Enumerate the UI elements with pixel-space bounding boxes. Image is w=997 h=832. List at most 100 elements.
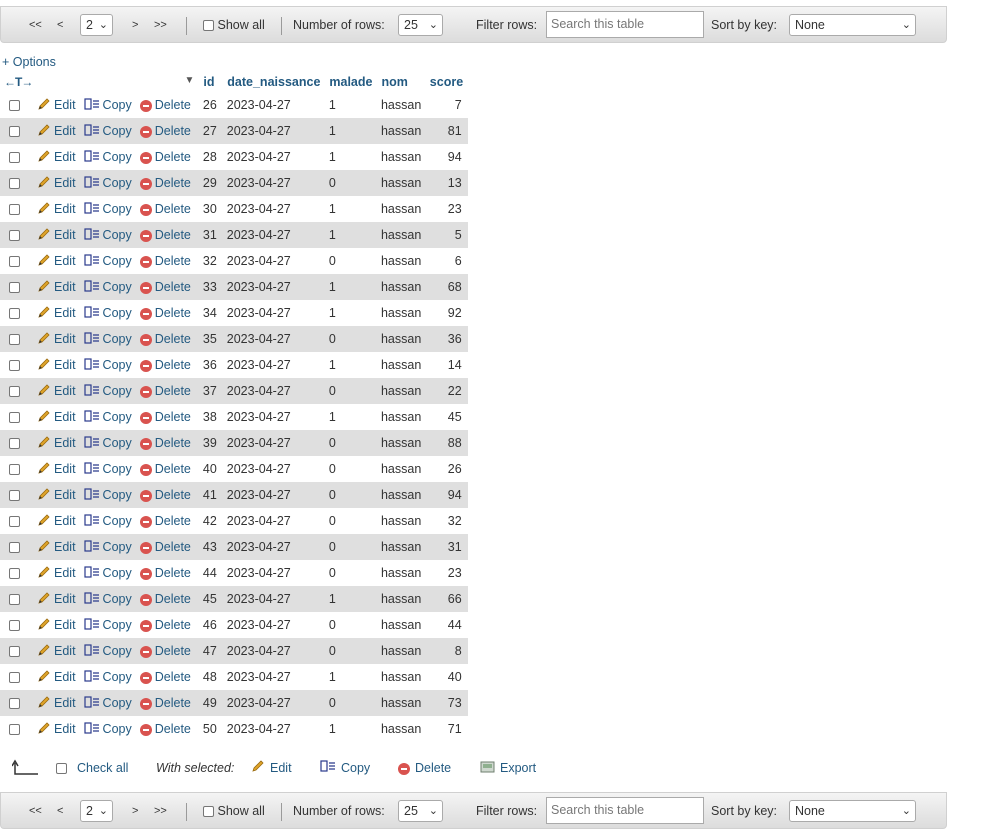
delete-action[interactable]: Delete <box>139 404 199 430</box>
edit-link[interactable]: Edit <box>54 409 76 423</box>
edit-link[interactable]: Edit <box>54 669 76 683</box>
delete-action[interactable]: Delete <box>139 352 199 378</box>
row-checkbox[interactable] <box>9 308 20 320</box>
copy-link[interactable]: Copy <box>103 539 132 553</box>
delete-link[interactable]: Delete <box>155 592 191 606</box>
copy-link[interactable]: Copy <box>103 565 132 579</box>
copy-action[interactable]: Copy <box>83 196 140 222</box>
row-checkbox[interactable] <box>9 672 20 684</box>
bulk-delete-button[interactable]: Delete <box>398 758 451 778</box>
edit-link[interactable]: Edit <box>54 539 76 553</box>
delete-action[interactable]: Delete <box>139 378 199 404</box>
delete-link[interactable]: Delete <box>155 306 191 320</box>
copy-link[interactable]: Copy <box>103 331 132 345</box>
row-checkbox[interactable] <box>9 464 20 476</box>
show-all-toggle[interactable]: Show all <box>203 7 265 44</box>
delete-action[interactable]: Delete <box>139 248 199 274</box>
rows-select[interactable]: 25 ⌄ <box>398 14 443 36</box>
copy-link[interactable]: Copy <box>103 591 132 605</box>
edit-link[interactable]: Edit <box>54 331 76 345</box>
copy-action[interactable]: Copy <box>83 378 140 404</box>
edit-link[interactable]: Edit <box>54 435 76 449</box>
previous-page-button[interactable]: < <box>57 793 63 830</box>
edit-action[interactable]: Edit <box>37 586 84 612</box>
delete-link[interactable]: Delete <box>155 410 191 424</box>
row-checkbox[interactable] <box>9 724 20 736</box>
copy-action[interactable]: Copy <box>83 222 140 248</box>
edit-action[interactable]: Edit <box>37 118 84 144</box>
first-page-button[interactable]: << <box>29 7 42 44</box>
copy-link[interactable]: Copy <box>103 643 132 657</box>
delete-action[interactable]: Delete <box>139 508 199 534</box>
row-checkbox[interactable] <box>9 360 20 372</box>
sort-key-select[interactable]: None ⌄ <box>789 14 916 36</box>
delete-link[interactable]: Delete <box>155 150 191 164</box>
row-checkbox[interactable] <box>9 256 20 268</box>
delete-link[interactable]: Delete <box>155 488 191 502</box>
copy-link[interactable]: Copy <box>103 279 132 293</box>
delete-link[interactable]: Delete <box>155 722 191 736</box>
copy-action[interactable]: Copy <box>83 144 140 170</box>
copy-link[interactable]: Copy <box>103 409 132 423</box>
copy-link[interactable]: Copy <box>103 201 132 215</box>
edit-link[interactable]: Edit <box>54 643 76 657</box>
row-checkbox[interactable] <box>9 438 20 450</box>
delete-link[interactable]: Delete <box>155 566 191 580</box>
delete-link[interactable]: Delete <box>155 358 191 372</box>
options-link[interactable]: + Options <box>2 55 56 69</box>
edit-link[interactable]: Edit <box>54 123 76 137</box>
edit-link[interactable]: Edit <box>54 97 76 111</box>
column-arrows-icon[interactable]: ←T→ <box>4 75 33 89</box>
edit-link[interactable]: Edit <box>54 461 76 475</box>
row-checkbox[interactable] <box>9 126 20 138</box>
copy-action[interactable]: Copy <box>83 482 140 508</box>
delete-link[interactable]: Delete <box>155 98 191 112</box>
row-checkbox[interactable] <box>9 386 20 398</box>
row-checkbox[interactable] <box>9 620 20 632</box>
delete-action[interactable]: Delete <box>139 612 199 638</box>
copy-link[interactable]: Copy <box>103 513 132 527</box>
edit-link[interactable]: Edit <box>54 279 76 293</box>
delete-link[interactable]: Delete <box>155 176 191 190</box>
copy-action[interactable]: Copy <box>83 586 140 612</box>
edit-link[interactable]: Edit <box>54 513 76 527</box>
copy-link[interactable]: Copy <box>103 149 132 163</box>
delete-link[interactable]: Delete <box>155 618 191 632</box>
copy-action[interactable]: Copy <box>83 664 140 690</box>
delete-link[interactable]: Delete <box>155 670 191 684</box>
copy-action[interactable]: Copy <box>83 430 140 456</box>
copy-action[interactable]: Copy <box>83 690 140 716</box>
edit-action[interactable]: Edit <box>37 352 84 378</box>
column-header-malade[interactable]: malade <box>324 72 378 92</box>
delete-action[interactable]: Delete <box>139 664 199 690</box>
show-all-checkbox[interactable] <box>203 806 214 818</box>
edit-action[interactable]: Edit <box>37 170 84 196</box>
edit-action[interactable]: Edit <box>37 196 84 222</box>
row-checkbox[interactable] <box>9 152 20 164</box>
row-checkbox[interactable] <box>9 178 20 190</box>
delete-action[interactable]: Delete <box>139 196 199 222</box>
delete-link[interactable]: Delete <box>155 254 191 268</box>
edit-link[interactable]: Edit <box>54 253 76 267</box>
rows-select[interactable]: 25 ⌄ <box>398 800 443 822</box>
delete-link[interactable]: Delete <box>155 332 191 346</box>
copy-link[interactable]: Copy <box>103 487 132 501</box>
show-all-checkbox[interactable] <box>203 20 214 32</box>
copy-action[interactable]: Copy <box>83 326 140 352</box>
copy-action[interactable]: Copy <box>83 92 140 118</box>
copy-action[interactable]: Copy <box>83 612 140 638</box>
edit-link[interactable]: Edit <box>54 591 76 605</box>
check-all-checkbox[interactable] <box>56 758 67 778</box>
edit-link[interactable]: Edit <box>54 175 76 189</box>
edit-action[interactable]: Edit <box>37 248 84 274</box>
edit-action[interactable]: Edit <box>37 664 84 690</box>
copy-link[interactable]: Copy <box>103 357 132 371</box>
edit-link[interactable]: Edit <box>54 227 76 241</box>
delete-action[interactable]: Delete <box>139 586 199 612</box>
edit-action[interactable]: Edit <box>37 222 84 248</box>
copy-link[interactable]: Copy <box>103 695 132 709</box>
last-page-button[interactable]: >> <box>154 7 167 44</box>
row-checkbox[interactable] <box>9 568 20 580</box>
delete-action[interactable]: Delete <box>139 300 199 326</box>
copy-link[interactable]: Copy <box>103 435 132 449</box>
